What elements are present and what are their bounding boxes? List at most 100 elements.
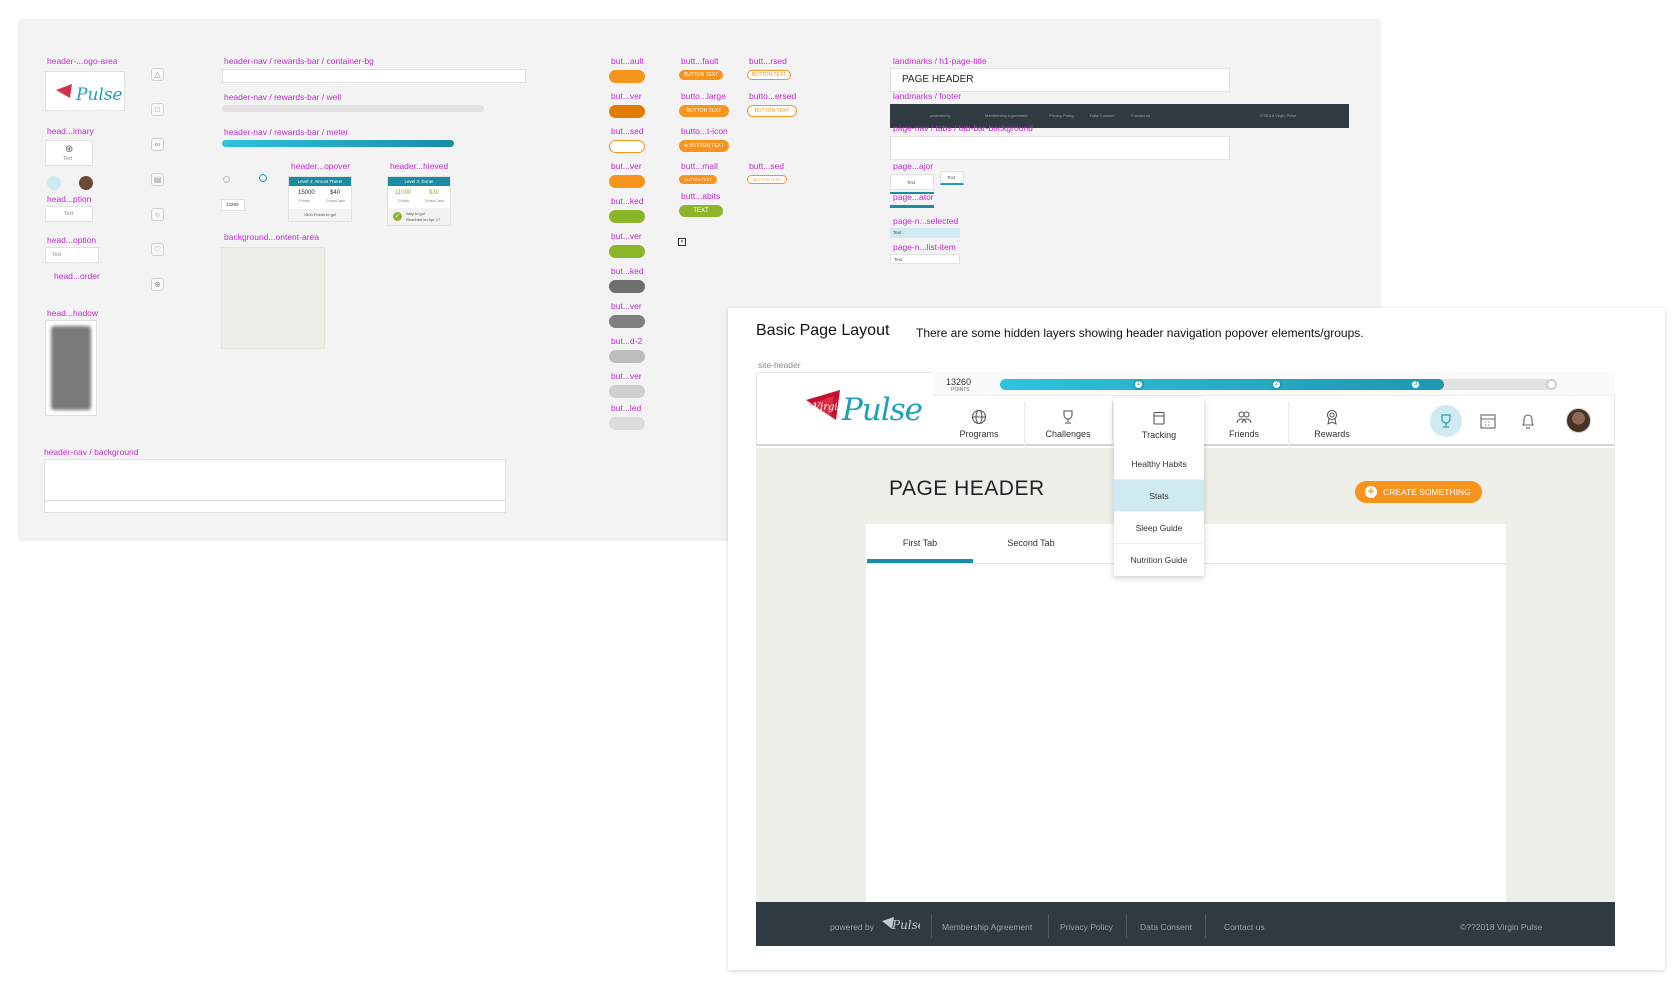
label-bg-content: background...ontent-area [224, 232, 319, 242]
btn-small-default: BUTTON TEXT [679, 70, 723, 80]
popover-title: Level 4: Almost There! [289, 177, 351, 186]
label-btn-clicked-2: but...ked [611, 266, 644, 276]
btn-orange-hover [609, 105, 645, 118]
nav-programs[interactable]: Programs [935, 409, 1023, 439]
footer-privacy-policy[interactable]: Privacy Policy [1060, 922, 1113, 932]
mini-footer-membership: Membership Agreement [985, 113, 1028, 118]
tab-second[interactable]: Second Tab [978, 534, 1084, 564]
label-border: head...order [54, 271, 100, 281]
btn-with-icon: ⊕ BUTTON TEXT [679, 140, 729, 152]
shadow-symbol [45, 320, 97, 416]
achieved-footer: ✓ Way to go! Reached on Apr 17 [388, 208, 450, 225]
check-icon: ✓ [393, 212, 402, 221]
small-close-icon: × [678, 238, 686, 246]
site-header-label: site-header [758, 360, 801, 370]
milestone-4[interactable] [1546, 379, 1557, 390]
create-something-button[interactable]: + CREATE SOMETHING [1355, 481, 1482, 503]
btn-lightgray-hover [609, 385, 645, 398]
page-selected-item: Text [890, 228, 960, 238]
nav-rewards[interactable]: Rewards [1288, 409, 1376, 439]
friends-icon [1236, 411, 1252, 424]
logo-text: Pulse [842, 392, 923, 428]
logo-prefix: Virgin [813, 402, 845, 413]
dropdown-sleep-guide[interactable]: Sleep Guide [1114, 512, 1204, 544]
label-btn-hover-5: but...ver [611, 371, 642, 381]
page-major-tab: Text [890, 174, 934, 190]
btn-orange-default [609, 70, 645, 83]
trophy-icon [1441, 414, 1451, 428]
label-btn-icon: butto...t-icon [681, 126, 728, 136]
achieved-amount: $30 [429, 190, 440, 196]
achieved-msg1: Way to go! [406, 211, 425, 216]
label-rb-meter: header-nav / rewards-bar / meter [224, 127, 349, 137]
popover-points: 15000 [298, 190, 315, 196]
footer-data-consent[interactable]: Data Consent [1140, 922, 1192, 932]
dropdown-nutrition-guide[interactable]: Nutrition Guide [1114, 544, 1204, 576]
label-btn-reversed-c: butt...sed [749, 161, 784, 171]
shadow-swatch [51, 326, 91, 410]
dropdown-stats[interactable]: Stats [1114, 480, 1204, 512]
nav-challenges[interactable]: Challenges [1024, 409, 1112, 439]
label-logo-area: header-...ogo-area [47, 56, 118, 66]
footer-membership-agreement[interactable]: Membership Agreement [942, 922, 1032, 932]
points-mini-text: 13260 [226, 202, 239, 207]
rewards-bar-meter [222, 140, 454, 147]
trophy-button[interactable] [1430, 405, 1462, 437]
mini-footer-powered: powered by [930, 113, 951, 118]
page-list-item: Text [890, 254, 960, 264]
mini-footer-copyright: ©?2018 Virgin Pulse [1260, 113, 1297, 118]
page-minor-text: Text [947, 175, 956, 180]
achieved-points-unit: Points [398, 198, 410, 203]
page-header: PAGE HEADER [889, 477, 1045, 500]
btn-gray-d2 [609, 350, 645, 363]
btn-reversed-b: BUTTON TEXT [747, 105, 797, 117]
milestone-3[interactable]: 3 [1410, 379, 1421, 390]
rewards-bar-container [222, 69, 526, 83]
page-indicator-bar [890, 205, 934, 208]
tracking-active-label: Tracking [1141, 430, 1177, 440]
rewards-icon [1326, 409, 1338, 425]
btn-disabled [609, 417, 645, 430]
milestone-1[interactable]: 1 [1133, 379, 1144, 390]
layout-description: There are some hidden layers showing hea… [916, 326, 1364, 340]
friends-icon: ∞ [151, 138, 164, 151]
label-btn-habits: butt...abits [681, 191, 721, 201]
milestone-2[interactable]: 2 [1271, 379, 1282, 390]
label-btn-reversed-b: butto...ersed [749, 91, 797, 101]
achieved-amount-unit: PulseCash [425, 198, 445, 203]
nav-programs-label: Programs [959, 429, 999, 439]
logo-symbol: Pulse [45, 71, 125, 111]
calendar-button[interactable] [1479, 412, 1497, 430]
tabbar-bg-symbol [890, 136, 1230, 160]
page-major-text: Text [907, 180, 916, 185]
footer-divider [931, 914, 932, 938]
label-btn-d2: but...d-2 [611, 336, 643, 346]
tracking-icon: ▤ [151, 173, 164, 186]
btn-reversed-a: BUTTON TEXT [747, 70, 791, 80]
label-btn-default: but...ault [611, 56, 644, 66]
svg-text:Pulse: Pulse [75, 85, 123, 105]
dropdown-healthy-habits[interactable]: Healthy Habits [1114, 448, 1204, 480]
label-btn-reversed: but...sed [611, 126, 644, 136]
trophy-icon: ♡ [151, 243, 164, 256]
footer-contact-us[interactable]: Contact us [1224, 922, 1265, 932]
popover-amount: $40 [330, 190, 341, 196]
tracking-nav-active[interactable]: Tracking [1114, 398, 1204, 446]
virgin-pulse-logo[interactable]: Virgin Pulse [800, 386, 923, 436]
calendar-icon: □ [151, 103, 164, 116]
btn-with-icon-text: BUTTON TEXT [689, 143, 725, 149]
bell-icon [1522, 414, 1534, 429]
label-landmark-footer: landmarks / footer [893, 91, 962, 101]
layout-title: Basic Page Layout [756, 322, 890, 339]
user-avatar[interactable] [1566, 408, 1591, 433]
nav-background-divider [45, 500, 505, 501]
achieved-points: 11000 [395, 190, 412, 196]
calendar-icon [1480, 414, 1496, 429]
nav-friends[interactable]: Friends [1200, 409, 1288, 439]
label-btn-hover-3: but...ver [611, 231, 642, 241]
label-btn-small: butt...mall [681, 161, 718, 171]
label-rb-container: header-nav / rewards-bar / container-bg [224, 56, 374, 66]
nav-background-symbol [44, 459, 506, 513]
notifications-button[interactable] [1519, 412, 1537, 430]
nav-friends-label: Friends [1228, 429, 1259, 439]
